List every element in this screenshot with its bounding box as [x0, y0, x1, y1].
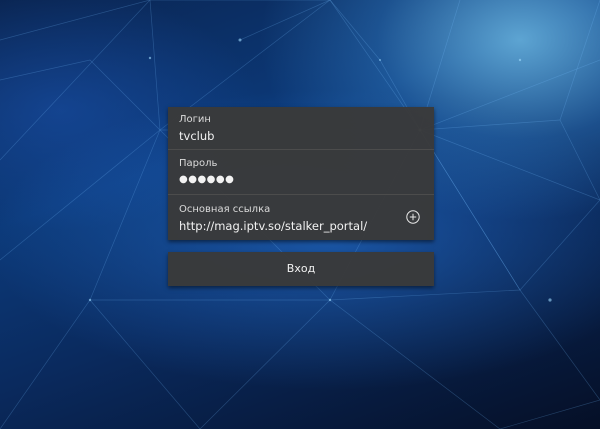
- password-input[interactable]: ●●●●●●: [179, 174, 234, 185]
- password-field[interactable]: Пароль ●●●●●●: [168, 150, 434, 195]
- plus-circle-icon[interactable]: [406, 210, 420, 224]
- login-field[interactable]: Логин tvclub: [168, 107, 434, 150]
- login-form: Логин tvclub Пароль ●●●●●● Основная ссыл…: [168, 107, 434, 240]
- password-label: Пароль: [179, 158, 218, 169]
- portal-url-input[interactable]: http://mag.iptv.so/stalker_portal/: [179, 219, 367, 233]
- login-button[interactable]: Вход: [168, 252, 434, 286]
- login-label: Логин: [179, 114, 211, 125]
- login-input[interactable]: tvclub: [179, 129, 214, 143]
- portal-url-label: Основная ссылка: [179, 204, 271, 215]
- portal-url-field[interactable]: Основная ссылка http://mag.iptv.so/stalk…: [168, 195, 434, 240]
